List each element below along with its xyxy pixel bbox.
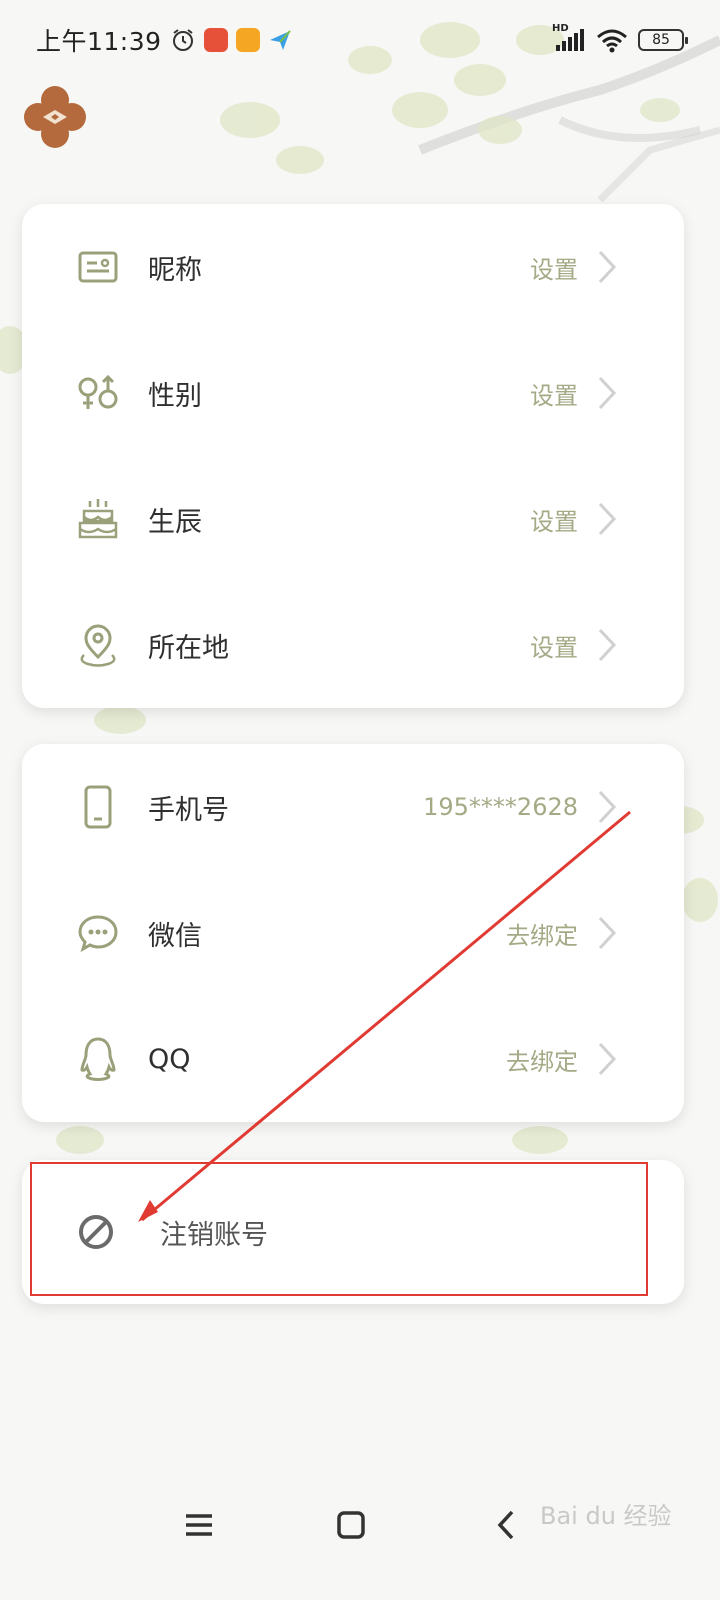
wifi-icon	[597, 29, 627, 53]
phone-value: 195****2628	[423, 793, 578, 821]
baidu-jingyan-watermark: Bai du 经验	[540, 1502, 672, 1530]
location-row[interactable]: 所在地 设置	[22, 582, 684, 708]
menu-icon[interactable]	[174, 1500, 224, 1550]
highlight-annotation-box	[30, 1162, 648, 1296]
birthday-value: 设置	[530, 507, 578, 536]
qq-label: QQ	[148, 1043, 191, 1075]
nickname-value: 设置	[530, 255, 578, 284]
battery-indicator: 85	[638, 29, 688, 51]
back-chevron-icon[interactable]	[482, 1500, 532, 1550]
phone-row[interactable]: 手机号 195****2628	[22, 744, 684, 870]
account-binding-card: 手机号 195****2628 微信 去绑定 QQ 去绑定	[22, 744, 684, 1122]
app-notification-icon-plane	[269, 30, 291, 50]
location-pin-icon	[80, 624, 116, 667]
wechat-row[interactable]: 微信 去绑定	[22, 870, 684, 996]
chevron-right-icon	[598, 502, 617, 536]
phone-label: 手机号	[148, 794, 229, 826]
app-notification-icon-red	[203, 28, 228, 52]
location-label: 所在地	[148, 632, 229, 664]
nickname-row[interactable]: 昵称 设置	[22, 204, 684, 330]
chevron-right-icon	[598, 790, 617, 824]
chevron-right-icon	[598, 916, 617, 950]
wechat-bind-link[interactable]: 去绑定	[506, 916, 578, 951]
app-logo	[24, 86, 86, 148]
chevron-right-icon	[598, 1042, 617, 1076]
wechat-icon	[78, 915, 118, 953]
gender-row[interactable]: 性别 设置	[22, 330, 684, 456]
profile-settings-card: 昵称 设置 性别 设置 生辰 设置 所在地 设置	[22, 204, 684, 708]
birthday-label: 生辰	[148, 506, 202, 538]
birthday-cake-icon	[78, 499, 118, 539]
qq-bind-link[interactable]: 去绑定	[506, 1042, 578, 1077]
home-square-icon[interactable]	[326, 1500, 376, 1550]
qq-penguin-icon	[80, 1037, 116, 1081]
chevron-right-icon	[598, 376, 617, 410]
chevron-right-icon	[598, 250, 617, 284]
nickname-label: 昵称	[148, 254, 202, 286]
birthday-row[interactable]: 生辰 设置	[22, 456, 684, 582]
qq-row[interactable]: QQ 去绑定	[22, 996, 684, 1122]
location-value: 设置	[530, 633, 578, 662]
cellular-signal-icon: HD	[552, 23, 586, 53]
gender-label: 性别	[148, 380, 202, 412]
gender-value: 设置	[530, 381, 578, 410]
alarm-clock-icon	[172, 29, 193, 51]
status-time: 上午11:39	[36, 27, 162, 56]
chevron-right-icon	[598, 628, 617, 662]
id-card-icon	[78, 251, 118, 283]
wechat-label: 微信	[148, 920, 202, 952]
status-bar: 上午11:39 HD 85	[0, 0, 720, 80]
phone-icon	[84, 785, 112, 829]
app-notification-icon-orange	[235, 28, 260, 52]
gender-icon	[78, 374, 118, 409]
